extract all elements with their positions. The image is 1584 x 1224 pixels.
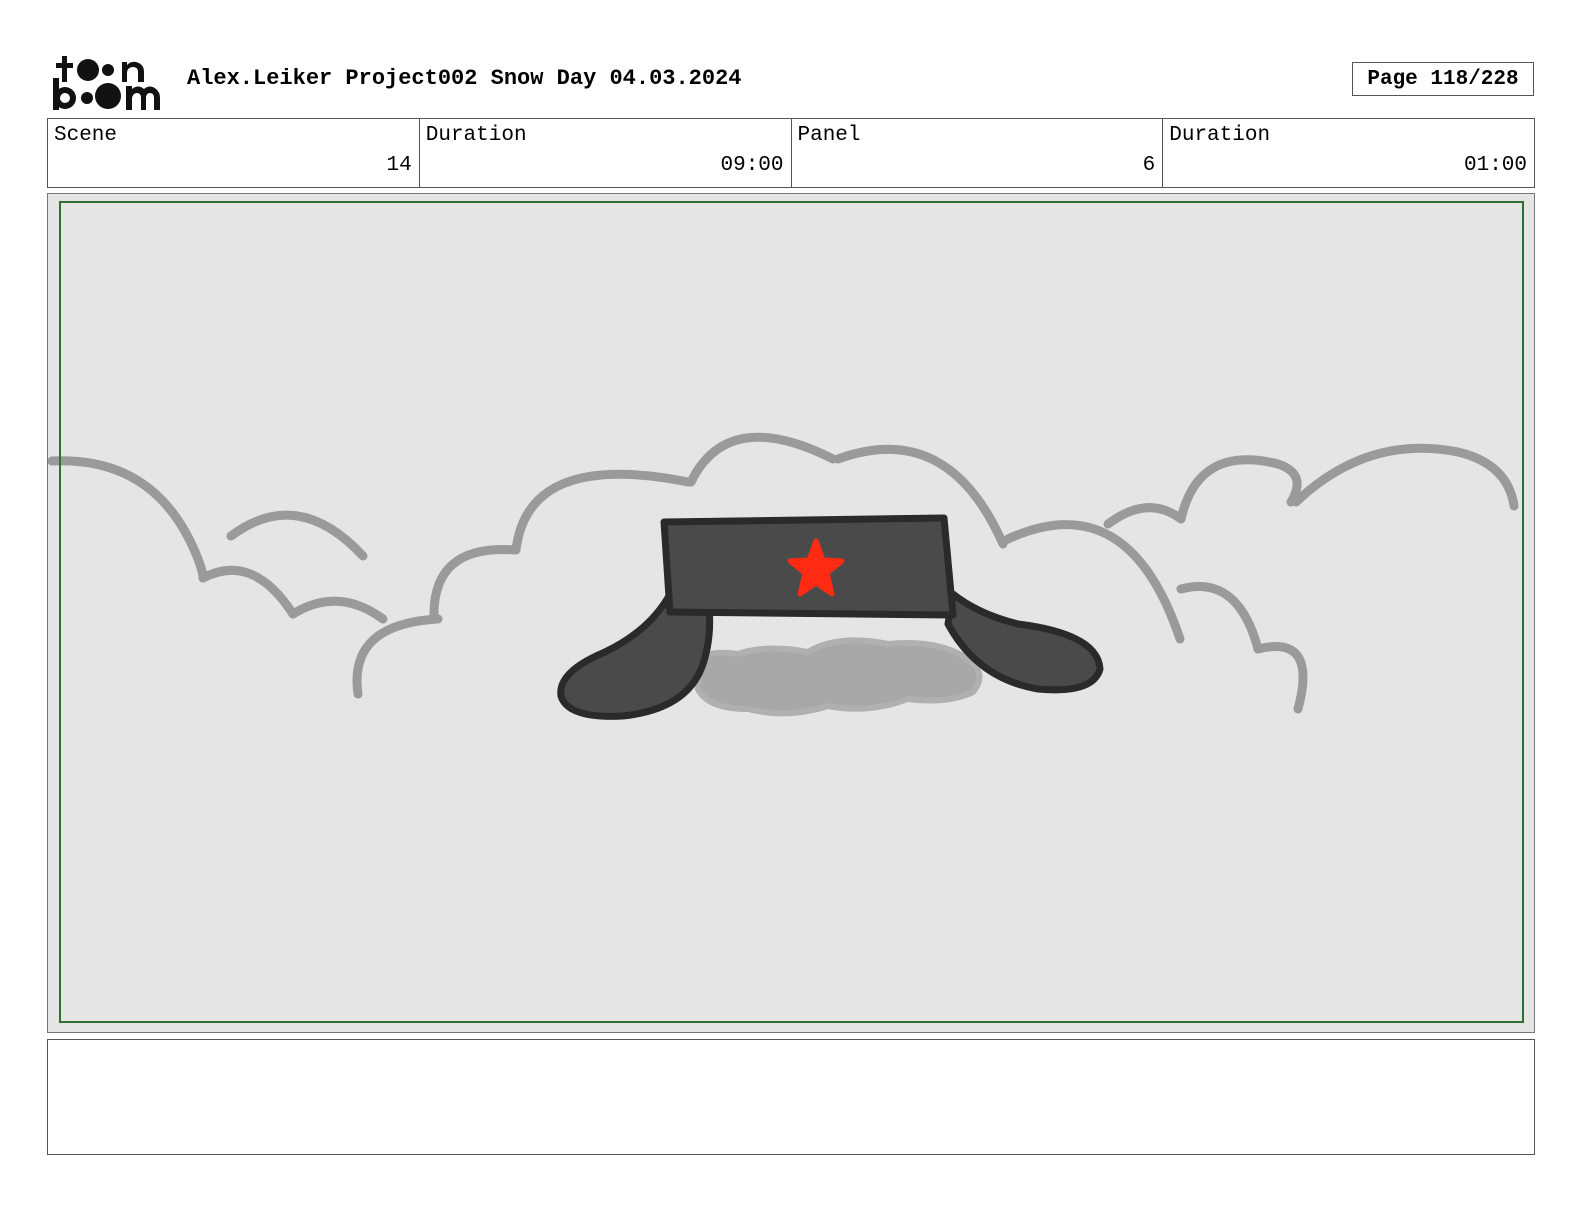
panel-duration-label: Duration	[1169, 124, 1271, 147]
scene-duration-label: Duration	[425, 124, 527, 147]
toon-boom-logo	[53, 56, 160, 110]
panel-safe-frame	[59, 201, 1524, 1023]
panel-duration-value: 01:00	[1463, 154, 1527, 177]
scene-duration-cell: Duration 09:00	[420, 119, 792, 187]
scene-label: Scene	[54, 124, 118, 147]
panel-value: 6	[1142, 154, 1156, 177]
page-number: Page 118/228	[1352, 62, 1534, 96]
scene-duration-value: 09:00	[720, 154, 784, 177]
panel-duration-cell: Duration 01:00	[1163, 119, 1534, 187]
panel-cell: Panel 6	[792, 119, 1164, 187]
panel-notes-box	[47, 1039, 1535, 1155]
scene-info-table: Scene 14 Duration 09:00 Panel 6 Duration…	[47, 118, 1535, 188]
scene-cell: Scene 14	[48, 119, 420, 187]
panel-label: Panel	[797, 124, 861, 147]
storyboard-panel	[47, 193, 1535, 1033]
scene-value: 14	[386, 154, 412, 177]
storyboard-title: Alex.Leiker Project002 Snow Day 04.03.20…	[187, 66, 742, 91]
